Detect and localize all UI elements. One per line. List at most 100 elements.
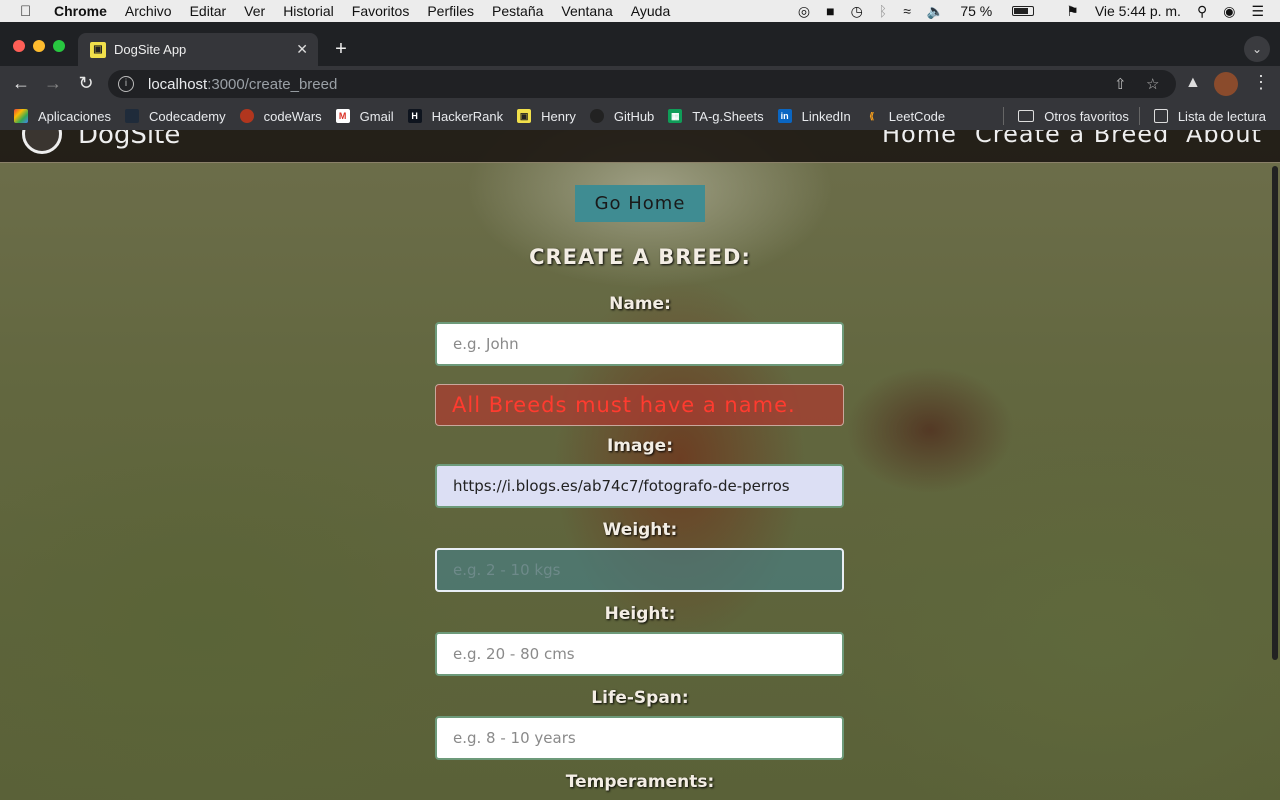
tab-strip: ▣ DogSite App ✕ + ⌄ bbox=[0, 22, 1280, 66]
menu-editar[interactable]: Editar bbox=[190, 3, 227, 19]
nav-create-breed-link[interactable]: Create a Breed bbox=[975, 130, 1169, 148]
temperaments-label: Temperaments: bbox=[565, 772, 715, 792]
bookmark-label: Otros favoritos bbox=[1044, 108, 1129, 124]
bookmark-henry[interactable]: ▣ Henry bbox=[517, 109, 576, 124]
bookmark-otros-favoritos[interactable]: Otros favoritos bbox=[1018, 109, 1129, 124]
reload-button[interactable]: ↻ bbox=[75, 73, 97, 94]
menu-ayuda[interactable]: Ayuda bbox=[631, 3, 670, 19]
lifespan-input[interactable] bbox=[435, 716, 844, 760]
bookmark-label: Codecademy bbox=[149, 108, 226, 124]
tab-dogsite[interactable]: ▣ DogSite App ✕ bbox=[78, 33, 318, 66]
siri-icon[interactable]: ◉ bbox=[1223, 3, 1235, 20]
url-host: localhost bbox=[148, 75, 208, 93]
site-info-icon[interactable]: i bbox=[118, 76, 134, 92]
profile-avatar[interactable] bbox=[1214, 72, 1238, 96]
bookmark-codewars[interactable]: codeWars bbox=[239, 108, 322, 124]
menu-app-name[interactable]: Chrome bbox=[54, 3, 107, 19]
codewars-icon bbox=[239, 109, 254, 123]
menu-perfiles[interactable]: Perfiles bbox=[427, 3, 474, 19]
form-title: CREATE A BREED: bbox=[529, 245, 751, 269]
tab-title: DogSite App bbox=[114, 42, 187, 57]
macos-menu-bar:  Chrome Archivo Editar Ver Historial Fa… bbox=[0, 0, 1280, 22]
volume-icon[interactable]: 🔈 bbox=[927, 3, 944, 20]
reading-list-icon bbox=[1153, 109, 1168, 123]
page-scrollbar[interactable] bbox=[1272, 166, 1278, 660]
bookmark-label: Gmail bbox=[359, 108, 394, 124]
name-input[interactable] bbox=[435, 322, 844, 366]
flag-icon[interactable]: ⚑ bbox=[1066, 3, 1079, 20]
nav-about-link[interactable]: About bbox=[1186, 130, 1262, 148]
status-area: ◎ ■ ◷ ᛒ ≈ 🔈 75 % ⚑ Vie 5:44 p. m. ⚲ ◉ ☰ bbox=[798, 0, 1280, 22]
bookmark-aplicaciones[interactable]: Aplicaciones bbox=[14, 109, 111, 124]
menu-favoritos[interactable]: Favoritos bbox=[352, 3, 410, 19]
minimize-window-button[interactable] bbox=[33, 40, 45, 52]
clock[interactable]: Vie 5:44 p. m. bbox=[1095, 3, 1181, 19]
gmail-icon: M bbox=[335, 109, 350, 123]
bookmark-leetcode[interactable]: ⟪ LeetCode bbox=[865, 109, 945, 124]
bluetooth-icon[interactable]: ᛒ bbox=[879, 3, 887, 19]
elephant-icon[interactable]: ■ bbox=[826, 3, 834, 19]
target-icon[interactable]: ◎ bbox=[798, 3, 810, 20]
back-button[interactable]: ← bbox=[10, 73, 32, 94]
apps-grid-icon bbox=[14, 109, 28, 123]
battery-status[interactable]: 75 % bbox=[960, 3, 1050, 19]
bookmarks-bar: Aplicaciones Codecademy codeWars M Gmail … bbox=[0, 102, 1280, 130]
site-logo[interactable] bbox=[22, 130, 62, 154]
bookmark-label: LinkedIn bbox=[801, 108, 851, 124]
menu-historial[interactable]: Historial bbox=[283, 3, 334, 19]
bookmark-label: HackerRank bbox=[431, 108, 504, 124]
page-viewport: DogSite Home Create a Breed About Go Hom… bbox=[0, 130, 1280, 800]
maximize-window-button[interactable] bbox=[53, 40, 65, 52]
bookmark-star-icon[interactable]: ☆ bbox=[1146, 75, 1159, 93]
bookmark-github[interactable]: GitHub bbox=[589, 109, 654, 124]
tab-close-icon[interactable]: ✕ bbox=[296, 41, 308, 58]
henry-icon: ▣ bbox=[517, 109, 532, 123]
folder-icon bbox=[1018, 110, 1035, 122]
image-label: Image: bbox=[606, 436, 673, 456]
menu-pestana[interactable]: Pestaña bbox=[492, 3, 543, 19]
go-home-button[interactable]: Go Home bbox=[575, 185, 705, 222]
height-input[interactable] bbox=[435, 632, 844, 676]
new-tab-button[interactable]: + bbox=[330, 38, 352, 60]
bookmark-ta-sheets[interactable]: ▦ TA-g.Sheets bbox=[668, 108, 764, 124]
bookmark-label: LeetCode bbox=[888, 108, 946, 124]
wifi-icon[interactable]: ≈ bbox=[903, 3, 911, 19]
close-window-button[interactable] bbox=[13, 40, 25, 52]
menu-archivo[interactable]: Archivo bbox=[125, 3, 172, 19]
bookmark-linkedin[interactable]: in LinkedIn bbox=[777, 108, 851, 124]
bookmark-label: TA-g.Sheets bbox=[692, 108, 764, 124]
time-machine-icon[interactable]: ◷ bbox=[851, 3, 863, 20]
apple-icon[interactable]:  bbox=[20, 3, 36, 20]
bookmark-label: codeWars bbox=[263, 108, 322, 124]
share-icon[interactable]: ⇧ bbox=[1114, 75, 1127, 93]
spotlight-search-icon[interactable]: ⚲ bbox=[1197, 3, 1207, 20]
forward-button[interactable]: → bbox=[42, 73, 64, 94]
chrome-menu-icon[interactable]: ⋮ bbox=[1252, 72, 1270, 93]
extensions-puzzle-icon[interactable]: ▲ bbox=[1185, 74, 1201, 92]
tab-favicon: ▣ bbox=[90, 41, 106, 58]
tab-search-button[interactable]: ⌄ bbox=[1244, 36, 1270, 62]
battery-percent: 75 % bbox=[960, 3, 993, 19]
bookmark-label: Lista de lectura bbox=[1177, 108, 1266, 124]
bookmarks-divider bbox=[1138, 107, 1140, 125]
image-input[interactable] bbox=[435, 464, 844, 508]
name-error-message: All Breeds must have a name. bbox=[435, 384, 844, 426]
site-name[interactable]: DogSite bbox=[78, 130, 180, 150]
menu-ventana[interactable]: Ventana bbox=[561, 3, 612, 19]
github-icon bbox=[589, 109, 604, 123]
bookmarks-divider bbox=[1003, 107, 1005, 125]
weight-label: Weight: bbox=[602, 520, 678, 540]
bookmark-codecademy[interactable]: Codecademy bbox=[125, 109, 226, 124]
bookmark-label: Henry bbox=[541, 108, 576, 124]
control-center-icon[interactable]: ☰ bbox=[1251, 3, 1264, 20]
browser-toolbar: ← → ↻ i localhost:3000/create_breed ⇧ ☆ … bbox=[0, 66, 1280, 102]
bookmark-hackerrank[interactable]: H HackerRank bbox=[407, 108, 504, 124]
bookmark-label: Aplicaciones bbox=[38, 108, 111, 124]
nav-home-link[interactable]: Home bbox=[882, 130, 957, 148]
hackerrank-icon: H bbox=[407, 109, 422, 123]
bookmark-gmail[interactable]: M Gmail bbox=[335, 108, 394, 124]
bookmark-lista-lectura[interactable]: Lista de lectura bbox=[1153, 108, 1266, 124]
menu-ver[interactable]: Ver bbox=[244, 3, 265, 19]
weight-input[interactable] bbox=[435, 548, 844, 592]
address-bar[interactable]: i localhost:3000/create_breed ⇧ ☆ bbox=[108, 70, 1176, 98]
